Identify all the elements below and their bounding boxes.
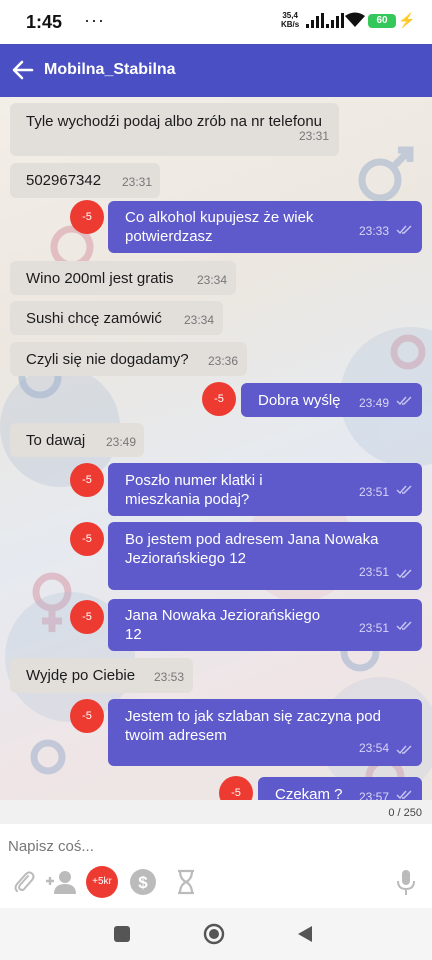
double-check-icon (396, 396, 412, 406)
message-incoming[interactable]: To dawaj 23:49 (10, 423, 144, 457)
message-outgoing[interactable]: Bo jestem pod adresem Jana Nowaka Jezior… (108, 522, 422, 590)
cellular-signal-icon (306, 13, 324, 28)
cost-badge: -5 (70, 200, 104, 234)
chat-header: Mobilna_Stabilna (0, 44, 432, 97)
battery-icon: 60 (368, 14, 396, 28)
cost-badge: -5 (70, 699, 104, 733)
chat-title[interactable]: Mobilna_Stabilna (44, 61, 176, 79)
cost-badge: -5 (70, 600, 104, 634)
status-time: 1:45 (26, 12, 63, 32)
message-text: Jana Nowaka Jeziorańskiego 12 (125, 607, 321, 643)
microphone-icon[interactable] (392, 868, 420, 896)
message-outgoing[interactable]: Jana Nowaka Jeziorańskiego 12 23:51 (108, 599, 422, 651)
message-time: 23:34 (196, 273, 227, 287)
message-incoming[interactable]: Wyjdę po Ciebie 23:53 (10, 658, 193, 693)
message-text: Bo jestem pod adresem Jana Nowaka Jezior… (125, 531, 379, 567)
message-incoming[interactable]: Czyli się nie dogadamy? 23:36 (10, 342, 247, 376)
message-time: 23:31 (121, 175, 152, 189)
svg-text:$: $ (138, 873, 148, 892)
message-outgoing[interactable]: Czekam ? 23:57 (258, 777, 422, 800)
message-outgoing[interactable]: Dobra wyślę 23:49 (241, 383, 422, 417)
wifi-icon (345, 12, 365, 27)
back-triangle-icon[interactable] (296, 924, 314, 944)
message-time: 23:53 (153, 670, 184, 684)
message-text: Tyle wychodźi podaj albo zrób na nr tele… (26, 113, 323, 130)
message-text: Co alkohol kupujesz że wiek potwierdzasz (125, 209, 314, 245)
cost-badge: -5 (70, 522, 104, 556)
char-counter-bar: 0 / 250 (0, 800, 432, 824)
cost-badge: -5 (70, 463, 104, 497)
message-outgoing[interactable]: Jestem to jak szlaban się zaczyna pod tw… (108, 699, 422, 766)
message-time: 23:33 (358, 224, 389, 238)
cost-badge: -5 (202, 382, 236, 416)
notification-dots-icon: ··· (84, 10, 105, 30)
message-time: 23:49 (105, 435, 136, 449)
double-check-icon (396, 745, 412, 755)
double-check-icon (396, 790, 412, 800)
message-incoming[interactable]: Wino 200ml jest gratis 23:34 (10, 261, 236, 295)
tip-button[interactable]: +5kr (86, 866, 118, 898)
message-time: 23:57 (358, 790, 389, 800)
message-time: 23:31 (298, 129, 329, 143)
message-time: 23:34 (183, 313, 214, 327)
message-incoming[interactable]: 502967342 23:31 (10, 163, 160, 198)
network-speed-unit: KB/s (281, 20, 300, 29)
dollar-coin-icon[interactable]: $ (129, 868, 157, 896)
message-time: 23:36 (207, 354, 238, 368)
double-check-icon (396, 225, 412, 235)
message-text: Jestem to jak szlaban się zaczyna pod tw… (125, 708, 381, 744)
message-time: 23:51 (358, 485, 389, 499)
message-incoming[interactable]: Tyle wychodźi podaj albo zrób na nr tele… (10, 103, 339, 156)
message-time: 23:51 (358, 565, 389, 579)
home-icon[interactable] (203, 923, 225, 945)
message-incoming[interactable]: Sushi chcę zamówić 23:34 (10, 301, 223, 335)
message-outgoing[interactable]: Co alkohol kupujesz że wiek potwierdzasz… (108, 201, 422, 253)
message-input[interactable] (8, 834, 408, 858)
recent-apps-icon[interactable] (114, 926, 130, 942)
system-nav-bar (0, 908, 432, 960)
message-time: 23:51 (358, 621, 389, 635)
cellular-signal-icon (326, 13, 344, 28)
network-speed: 35,4 KB/s (281, 11, 299, 29)
message-time: 23:54 (358, 741, 389, 755)
paperclip-icon[interactable] (10, 868, 38, 896)
composer: +5kr $ (0, 824, 432, 908)
charging-icon: ⚡ (398, 12, 416, 28)
double-check-icon (396, 621, 412, 631)
add-contact-icon[interactable] (44, 868, 78, 896)
network-speed-value: 35,4 (282, 11, 298, 20)
double-check-icon (396, 569, 412, 579)
message-list[interactable]: Tyle wychodźi podaj albo zrób na nr tele… (0, 97, 432, 800)
message-text: Dobra wyślę (258, 392, 341, 409)
message-outgoing[interactable]: Poszło numer klatki i mieszkania podaj? … (108, 463, 422, 516)
back-arrow-icon[interactable] (10, 57, 36, 83)
status-bar: 1:45 ··· 35,4 KB/s 60 ⚡ (0, 0, 432, 44)
hourglass-icon[interactable] (172, 868, 200, 896)
message-time: 23:49 (358, 396, 389, 410)
message-text: Poszło numer klatki i mieszkania podaj? (125, 472, 263, 508)
char-counter: 0 / 250 (388, 807, 422, 819)
double-check-icon (396, 485, 412, 495)
